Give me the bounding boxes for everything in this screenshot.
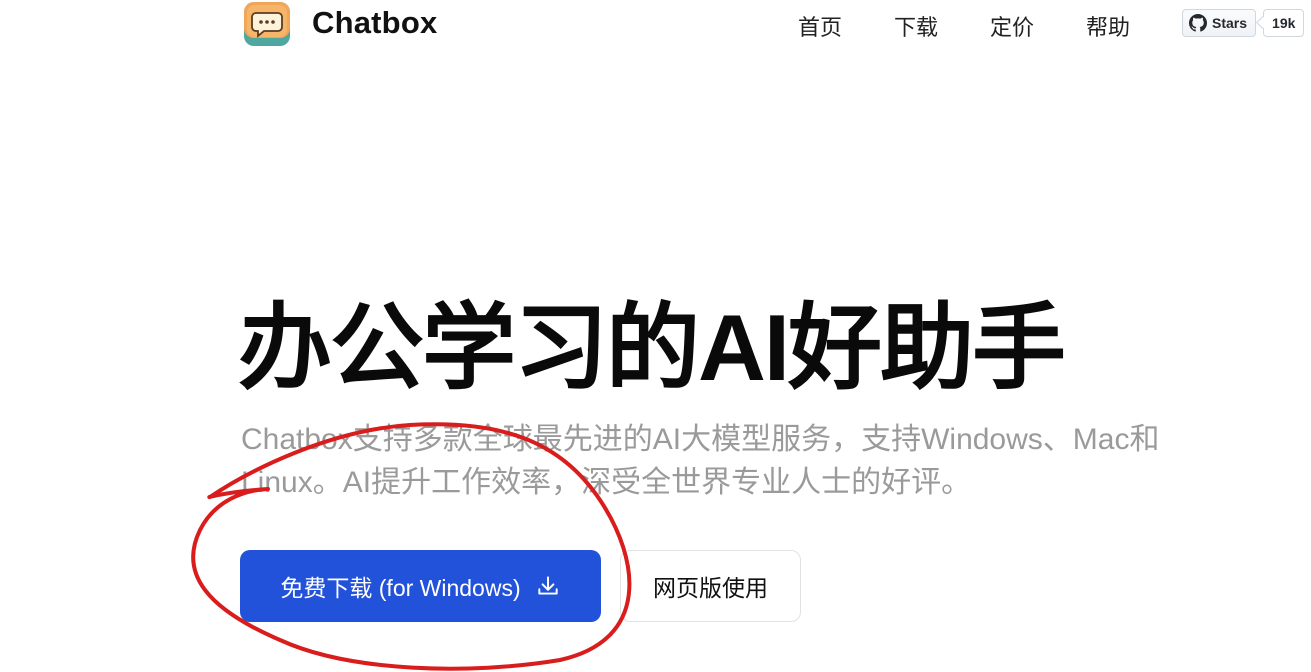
download-button-label: 免费下载 (for Windows) — [280, 575, 521, 601]
nav-home[interactable]: 首页 — [798, 10, 842, 42]
github-stars-label: Stars — [1212, 15, 1248, 31]
page: Chatbox 首页 下载 定价 帮助 Stars 19k 办公学习的AI好助手… — [0, 0, 1311, 672]
nav-download[interactable]: 下载 — [894, 10, 938, 42]
nav-help[interactable]: 帮助 — [1086, 10, 1130, 42]
github-stars-count[interactable]: 19k — [1263, 9, 1305, 37]
github-icon — [1189, 14, 1207, 32]
github-count-wrap: 19k — [1263, 9, 1305, 37]
nav-pricing[interactable]: 定价 — [990, 10, 1034, 42]
download-windows-button[interactable]: 免费下载 (for Windows) — [240, 550, 601, 622]
hero-title: 办公学习的AI好助手 — [238, 295, 1066, 400]
github-stars-widget: Stars 19k — [1182, 9, 1305, 37]
hero-description: Chatbox支持多款全球最先进的AI大模型服务，支持Windows、Mac和L… — [241, 423, 1160, 499]
brand-name[interactable]: Chatbox — [312, 5, 437, 41]
web-version-button[interactable]: 网页版使用 — [620, 550, 801, 622]
github-stars-button[interactable]: Stars — [1182, 9, 1257, 37]
download-icon — [537, 576, 558, 595]
chatbox-logo-icon[interactable] — [243, 1, 291, 47]
